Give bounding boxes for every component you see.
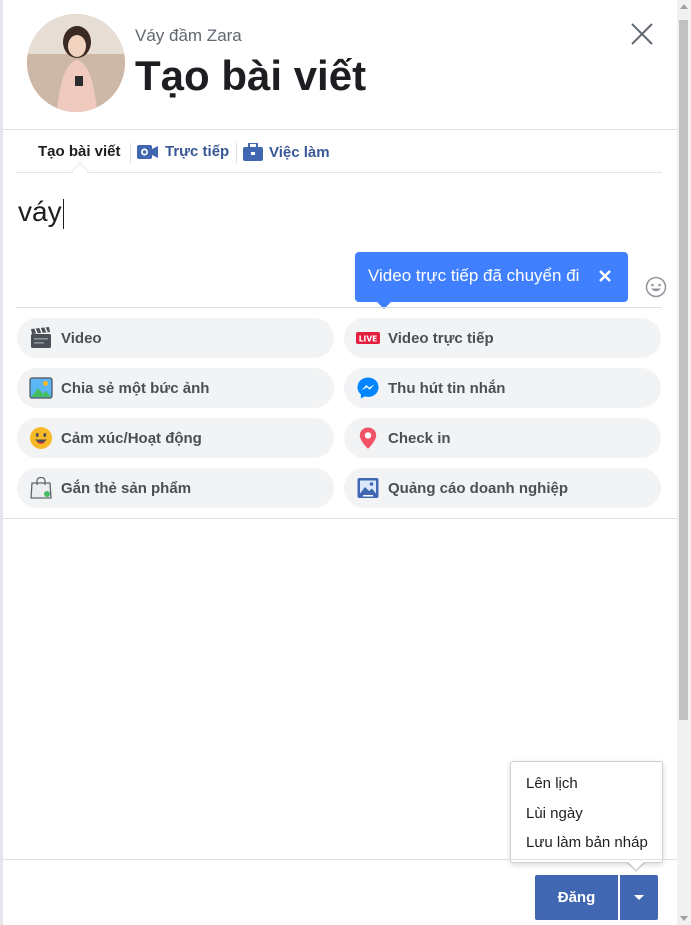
composer-text: váy bbox=[18, 196, 62, 227]
dialog-header: Váy đầm Zara Tạo bài viết bbox=[3, 0, 677, 130]
video-camera-icon bbox=[137, 144, 158, 159]
post-button-label: Đăng bbox=[557, 889, 596, 906]
tooltip-text: Video trực tiếp đã chuyển đi bbox=[368, 266, 580, 285]
tab-label: Tạo bài viết bbox=[38, 143, 121, 160]
menu-item-schedule[interactable]: Lên lịch bbox=[526, 775, 578, 792]
post-options-button[interactable] bbox=[620, 875, 658, 920]
left-edge bbox=[0, 0, 3, 925]
action-label: Video trực tiếp bbox=[388, 329, 494, 347]
page-name: Váy đầm Zara bbox=[135, 26, 242, 45]
post-options-menu: Lên lịch Lùi ngày Lưu làm bản nháp bbox=[510, 761, 663, 863]
scroll-thumb[interactable] bbox=[679, 20, 688, 720]
post-composer-input[interactable]: váy bbox=[18, 196, 64, 229]
action-label: Check in bbox=[388, 429, 451, 447]
action-label: Chia sẻ một bức ảnh bbox=[61, 379, 210, 397]
action-label: Thu hút tin nhắn bbox=[388, 379, 506, 397]
action-label: Quảng cáo doanh nghiệp bbox=[388, 479, 568, 497]
menu-item-save-draft[interactable]: Lưu làm bản nháp bbox=[526, 834, 648, 851]
avatar[interactable] bbox=[27, 14, 125, 112]
action-business-ad[interactable]: Quảng cáo doanh nghiệp bbox=[344, 468, 661, 508]
action-label: Video bbox=[61, 329, 102, 347]
menu-item-backdate[interactable]: Lùi ngày bbox=[526, 805, 583, 822]
scroll-up-arrow[interactable] bbox=[680, 4, 688, 9]
divider bbox=[3, 518, 677, 519]
messenger-icon bbox=[356, 376, 380, 400]
tab-divider bbox=[130, 143, 131, 163]
tab-jobs[interactable]: Việc làm bbox=[243, 143, 330, 161]
action-video[interactable]: Video bbox=[17, 318, 334, 358]
shopping-bag-icon bbox=[29, 476, 53, 500]
action-tag-products[interactable]: Gắn thẻ sản phẩm bbox=[17, 468, 334, 508]
chevron-down-icon bbox=[634, 894, 644, 900]
tab-divider bbox=[236, 143, 237, 163]
emoji-button[interactable] bbox=[645, 276, 667, 298]
text-caret bbox=[62, 198, 64, 229]
photo-icon bbox=[29, 376, 53, 400]
close-icon bbox=[631, 23, 653, 45]
action-live-video[interactable]: LIVE Video trực tiếp bbox=[344, 318, 661, 358]
live-moved-tooltip: Video trực tiếp đã chuyển đi bbox=[355, 252, 628, 302]
close-button[interactable] bbox=[628, 20, 656, 48]
business-ad-icon bbox=[356, 476, 380, 500]
briefcase-icon bbox=[243, 143, 263, 161]
action-label: Gắn thẻ sản phẩm bbox=[61, 479, 192, 497]
svg-text:LIVE: LIVE bbox=[359, 335, 378, 344]
live-badge-icon: LIVE bbox=[356, 326, 380, 350]
post-type-tabs: Tạo bài viết Trực tiếp Việc làm bbox=[16, 133, 662, 180]
page-title: Tạo bài viết bbox=[135, 52, 367, 99]
action-get-messages[interactable]: Thu hút tin nhắn bbox=[344, 368, 661, 408]
close-icon bbox=[599, 270, 611, 282]
location-pin-icon bbox=[356, 426, 380, 450]
divider bbox=[3, 859, 677, 860]
tab-label: Việc làm bbox=[269, 143, 330, 161]
tab-create-post[interactable]: Tạo bài viết bbox=[38, 143, 121, 160]
tab-label: Trực tiếp bbox=[165, 143, 230, 160]
emoji-icon bbox=[645, 276, 667, 298]
tooltip-close-button[interactable] bbox=[597, 268, 613, 284]
divider bbox=[16, 307, 662, 308]
smiley-icon bbox=[29, 426, 53, 450]
scroll-down-arrow[interactable] bbox=[680, 916, 688, 921]
action-label: Cảm xúc/Hoạt động bbox=[61, 429, 202, 447]
dropdown-arrow bbox=[628, 862, 644, 870]
action-check-in[interactable]: Check in bbox=[344, 418, 661, 458]
action-share-photo[interactable]: Chia sẻ một bức ảnh bbox=[17, 368, 334, 408]
video-clapper-icon bbox=[29, 326, 53, 350]
post-button[interactable]: Đăng bbox=[535, 875, 618, 920]
action-feeling-activity[interactable]: Cảm xúc/Hoạt động bbox=[17, 418, 334, 458]
active-tab-indicator bbox=[71, 162, 89, 180]
tab-live[interactable]: Trực tiếp bbox=[137, 143, 229, 160]
scrollbar[interactable] bbox=[677, 0, 691, 925]
